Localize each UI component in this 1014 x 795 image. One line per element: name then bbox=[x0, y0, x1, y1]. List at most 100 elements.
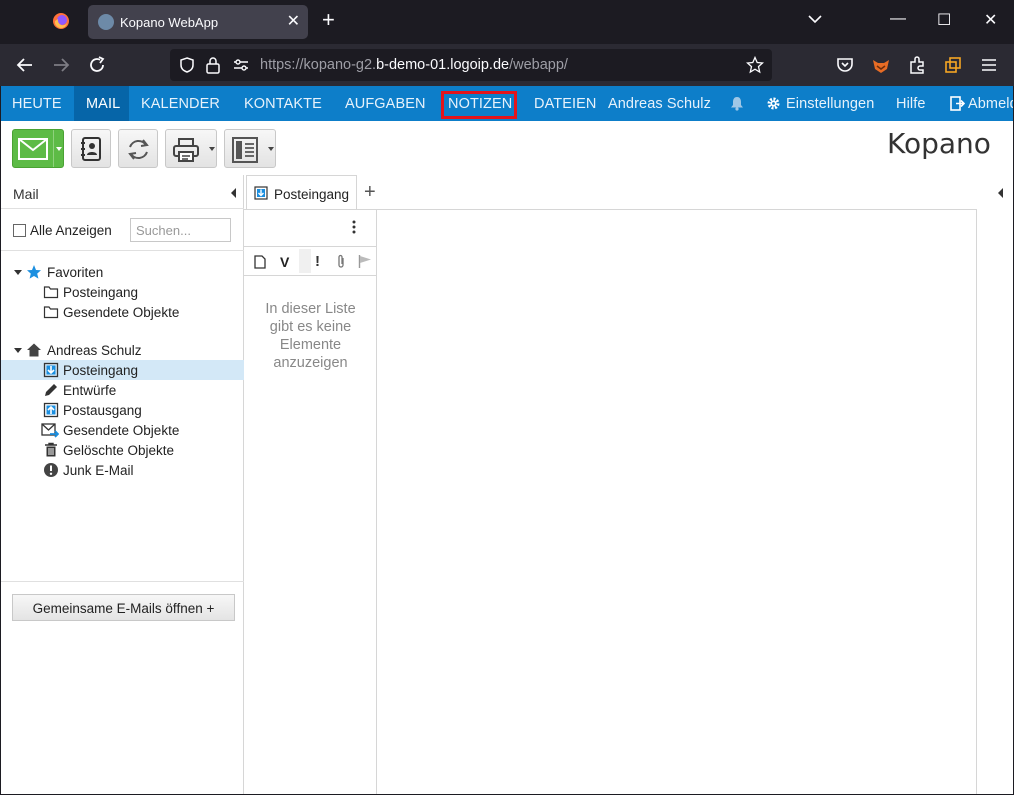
pocket-icon[interactable] bbox=[834, 54, 856, 76]
tree-item[interactable]: Entwürfe bbox=[1, 380, 244, 400]
add-tab-icon[interactable]: + bbox=[364, 181, 376, 204]
reading-pane-layout-icon bbox=[232, 137, 258, 163]
empty-list-message: In dieser Liste gibt es keine Elemente a… bbox=[265, 301, 356, 371]
address-book-icon bbox=[81, 137, 101, 161]
nav-abmelden[interactable]: Abmelden bbox=[968, 96, 1013, 112]
maximize-icon[interactable]: ☐ bbox=[937, 10, 951, 30]
bookmark-star-icon[interactable] bbox=[746, 56, 764, 74]
expand-arrow-icon[interactable] bbox=[14, 270, 22, 275]
show-all-checkbox[interactable] bbox=[13, 224, 26, 237]
tab-title: Kopano WebApp bbox=[120, 15, 219, 30]
list-column-header: V ! bbox=[244, 246, 377, 276]
svg-text:Kopano: Kopano bbox=[887, 129, 991, 160]
show-all-label[interactable]: Alle Anzeigen bbox=[30, 223, 112, 238]
chevron-down-icon[interactable] bbox=[268, 147, 274, 151]
folder-panel-title: Mail bbox=[13, 186, 39, 202]
nav-dateien[interactable]: DATEIEN bbox=[534, 96, 596, 112]
printer-icon bbox=[173, 138, 199, 162]
user-name[interactable]: Andreas Schulz bbox=[608, 96, 711, 112]
importance-icon[interactable]: ! bbox=[315, 253, 320, 270]
tab-posteingang[interactable]: Posteingang bbox=[246, 175, 357, 209]
new-mail-button[interactable] bbox=[12, 129, 64, 168]
document-icon[interactable] bbox=[254, 255, 266, 269]
address-book-button[interactable] bbox=[71, 129, 111, 168]
nav-kontakte[interactable]: KONTAKTE bbox=[244, 96, 322, 112]
tree-label: Junk E-Mail bbox=[63, 463, 134, 478]
extensions-puzzle-icon[interactable] bbox=[906, 54, 928, 76]
folder-filter: Alle Anzeigen Suchen... bbox=[1, 209, 244, 251]
tree-label: Posteingang bbox=[63, 363, 139, 378]
nav-heute[interactable]: HEUTE bbox=[12, 96, 62, 112]
nav-aufgaben[interactable]: AUFGABEN bbox=[345, 96, 426, 112]
minimize-icon[interactable]: — bbox=[890, 10, 906, 28]
collapse-left-icon[interactable] bbox=[231, 188, 236, 198]
chevron-down-icon[interactable] bbox=[56, 147, 62, 151]
reload-icon[interactable] bbox=[86, 54, 108, 76]
split-divider bbox=[53, 130, 54, 167]
tree-item[interactable]: Junk E-Mail bbox=[1, 460, 244, 480]
tree-item[interactable]: Postausgang bbox=[1, 400, 244, 420]
tree-label: Entwürfe bbox=[63, 383, 117, 398]
nav-kalender[interactable]: KALENDER bbox=[141, 96, 220, 112]
open-shared-mail-button[interactable]: Gemeinsame E-Mails öffnen + bbox=[12, 594, 235, 621]
back-icon[interactable] bbox=[14, 54, 36, 76]
tree-item-selected[interactable]: Posteingang bbox=[1, 360, 244, 380]
chevron-down-icon[interactable] bbox=[209, 147, 215, 151]
inbox-icon bbox=[254, 186, 268, 200]
permissions-icon[interactable] bbox=[232, 57, 250, 73]
tree-label: Posteingang bbox=[63, 285, 139, 300]
collapse-right-icon[interactable] bbox=[998, 188, 1003, 198]
extension-fox-icon[interactable] bbox=[870, 54, 892, 76]
sent-mail-icon bbox=[41, 423, 59, 438]
folder-icon bbox=[43, 286, 59, 299]
chevron-down-icon[interactable] bbox=[806, 10, 824, 28]
junk-icon bbox=[44, 463, 58, 477]
lock-icon[interactable] bbox=[205, 56, 221, 74]
tree-store[interactable]: Andreas Schulz bbox=[1, 340, 244, 360]
close-window-icon[interactable]: ✕ bbox=[984, 10, 997, 30]
tree-item[interactable]: Gesendete Objekte bbox=[1, 302, 244, 322]
refresh-icon bbox=[128, 139, 149, 160]
gear-icon[interactable] bbox=[766, 96, 781, 111]
tree-item[interactable]: Gelöschte Objekte bbox=[1, 440, 244, 460]
trash-icon bbox=[45, 442, 57, 457]
tree-label: Favoriten bbox=[47, 265, 104, 280]
window-extension-icon[interactable] bbox=[942, 54, 964, 76]
kopano-favicon-icon bbox=[98, 14, 114, 30]
tree-favorites[interactable]: Favoriten bbox=[1, 262, 244, 282]
forward-icon[interactable] bbox=[50, 54, 72, 76]
nav-mail[interactable]: MAIL bbox=[86, 96, 120, 112]
layout-button[interactable] bbox=[224, 129, 276, 168]
column-from[interactable]: V bbox=[280, 254, 289, 270]
expand-arrow-icon[interactable] bbox=[14, 348, 22, 353]
folder-panel-header: Mail bbox=[1, 175, 244, 209]
more-options-icon[interactable] bbox=[352, 220, 356, 234]
logout-icon[interactable] bbox=[950, 96, 965, 111]
url-bar[interactable]: https://kopano-g2.b-demo-01.logoip.de/we… bbox=[170, 49, 772, 81]
tree-label: Andreas Schulz bbox=[47, 343, 142, 358]
folder-icon bbox=[43, 306, 59, 319]
nav-einstellungen[interactable]: Einstellungen bbox=[786, 96, 874, 112]
bell-icon[interactable] bbox=[730, 96, 744, 111]
print-button[interactable] bbox=[165, 129, 217, 168]
browser-navbar: https://kopano-g2.b-demo-01.logoip.de/we… bbox=[0, 44, 1014, 86]
firefox-icon[interactable] bbox=[52, 12, 70, 30]
shield-icon[interactable] bbox=[178, 56, 196, 74]
folder-search-input[interactable]: Suchen... bbox=[130, 218, 231, 242]
new-tab-icon[interactable]: + bbox=[322, 9, 335, 31]
tree-item[interactable]: Posteingang bbox=[1, 282, 244, 302]
paperclip-icon[interactable] bbox=[336, 254, 346, 270]
refresh-button[interactable] bbox=[118, 129, 158, 168]
divider bbox=[1, 581, 244, 582]
browser-tabstrip: Kopano WebApp ✕ + — ☐ ✕ bbox=[0, 0, 1014, 44]
nav-hilfe[interactable]: Hilfe bbox=[896, 96, 926, 112]
kopano-webapp: HEUTE MAIL KALENDER KONTAKTE AUFGABEN NO… bbox=[1, 86, 1013, 794]
inbox-icon bbox=[43, 362, 59, 378]
hamburger-menu-icon[interactable] bbox=[978, 54, 1000, 76]
flag-icon[interactable] bbox=[358, 254, 372, 269]
url-text[interactable]: https://kopano-g2.b-demo-01.logoip.de/we… bbox=[260, 57, 568, 73]
tree-item[interactable]: Gesendete Objekte bbox=[1, 420, 244, 440]
browser-tab[interactable]: Kopano WebApp ✕ bbox=[88, 5, 308, 39]
tree-label: Gelöschte Objekte bbox=[63, 443, 175, 458]
close-tab-icon[interactable]: ✕ bbox=[287, 11, 300, 31]
